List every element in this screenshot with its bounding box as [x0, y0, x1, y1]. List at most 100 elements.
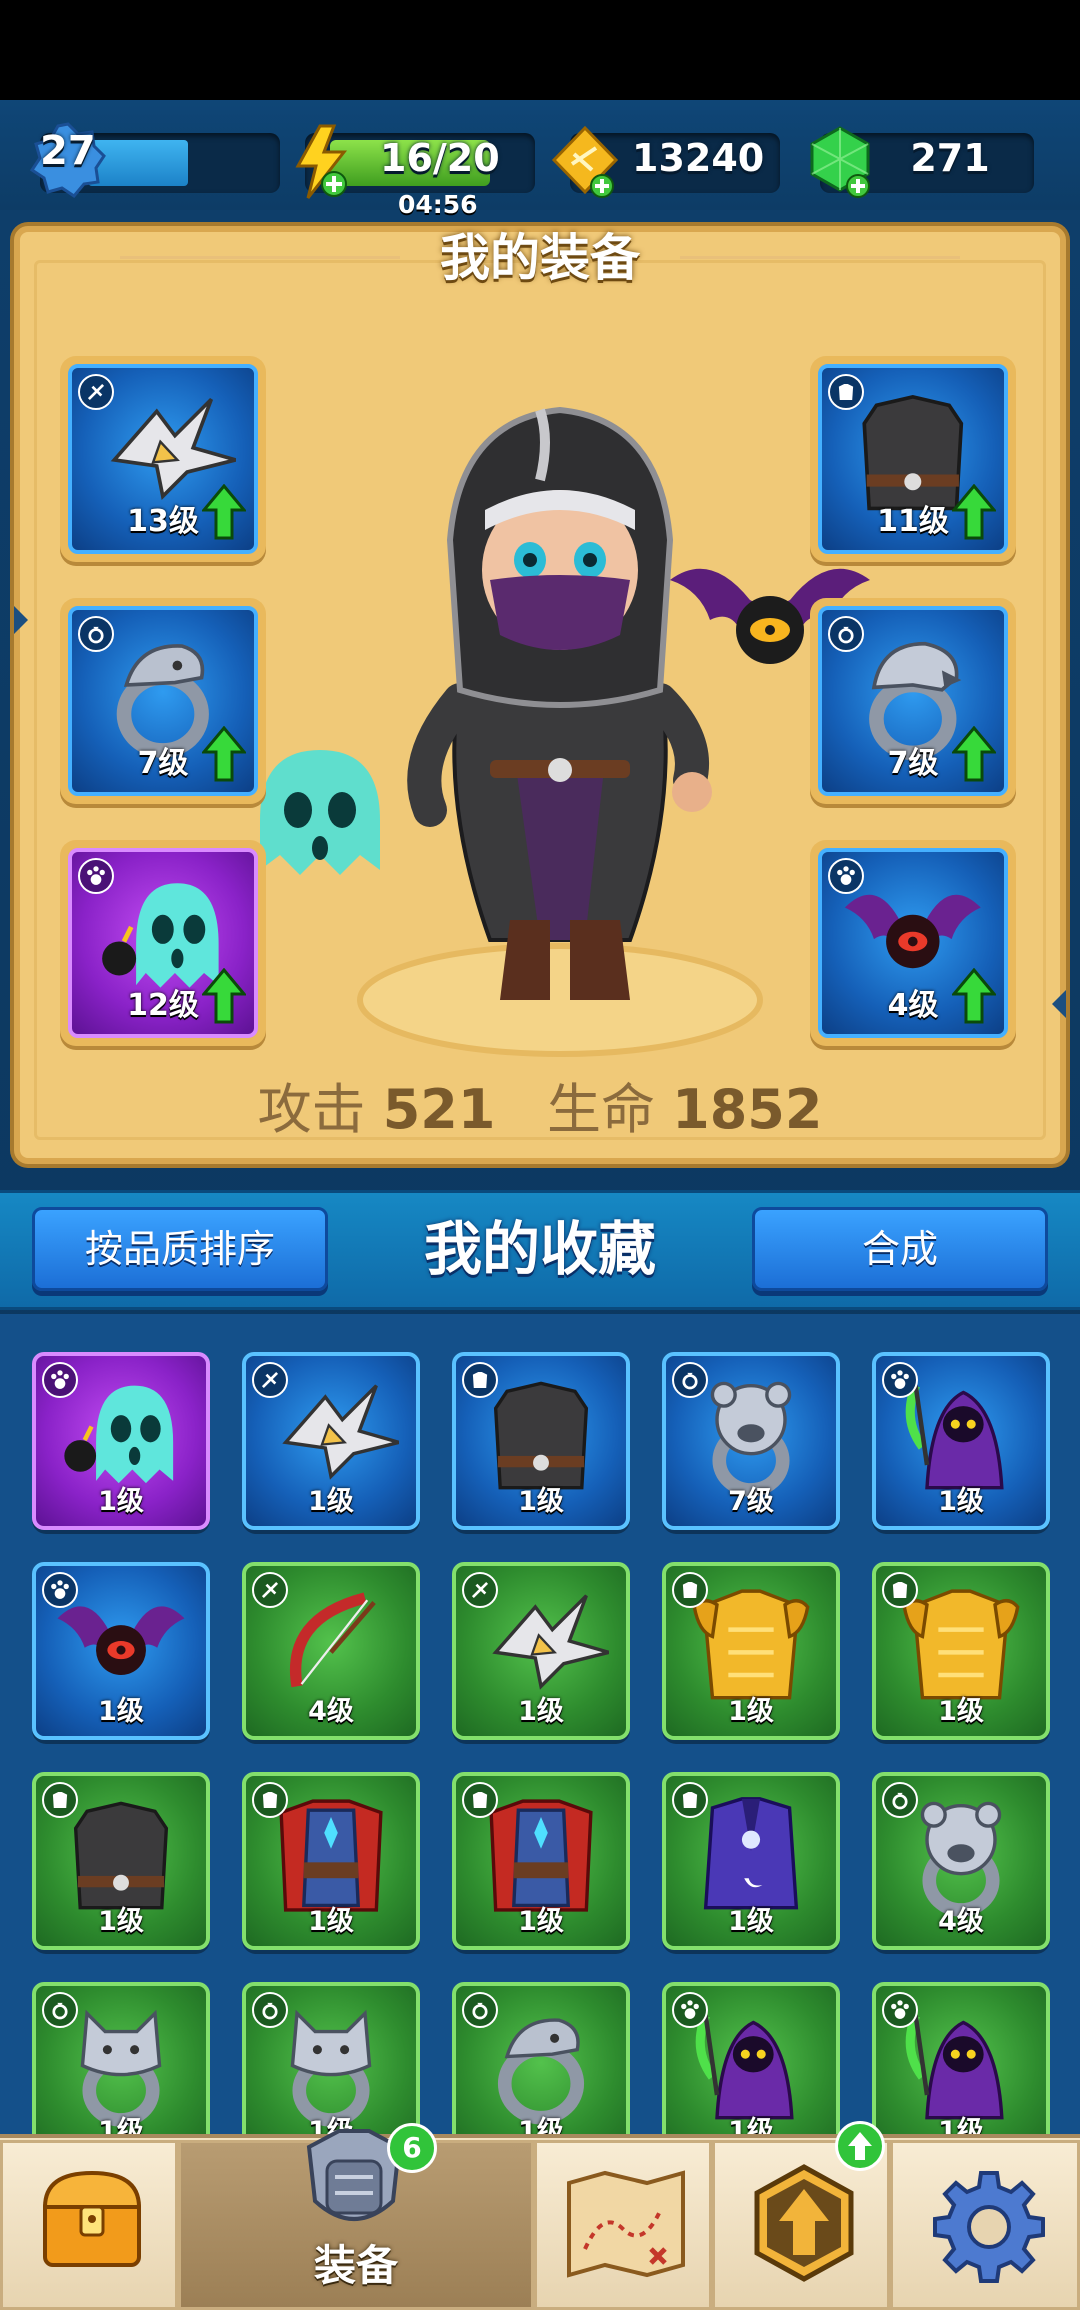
panel-left-arrow-icon[interactable]: [14, 606, 28, 634]
armor-category-icon: [828, 374, 864, 410]
card-frame: 1级: [872, 1352, 1050, 1530]
collection-item[interactable]: 1级: [662, 1772, 840, 1950]
equipment-badge: 6: [387, 2123, 437, 2173]
equipped-slot-ring[interactable]: 7级: [810, 598, 1016, 804]
treasure-chest-icon: [42, 2170, 142, 2267]
ring-category-icon: [882, 1782, 918, 1818]
item-level: 1级: [518, 1906, 564, 1937]
equipped-slot-ring[interactable]: 7级: [60, 598, 266, 804]
item-level: 1级: [98, 1696, 144, 1727]
ring-category-icon: [252, 1992, 288, 2028]
slot-frame: 7级: [818, 606, 1008, 796]
card-frame: 4级: [242, 1562, 420, 1740]
nav-upgrade[interactable]: [712, 2121, 890, 2310]
attack-label: 攻击: [257, 1078, 366, 1141]
weapon-category-icon: [78, 374, 114, 410]
collection-item[interactable]: 1级: [32, 1352, 210, 1530]
card-frame: 1级: [662, 1562, 840, 1740]
card-frame: 1级: [452, 1562, 630, 1740]
gear-icon: [933, 2171, 1045, 2283]
item-level: 1级: [518, 1486, 564, 1517]
collection-item[interactable]: 1级: [32, 1772, 210, 1950]
ring-category-icon: [42, 1992, 78, 2028]
item-level: 1级: [308, 1906, 354, 1937]
merge-button[interactable]: 合成: [752, 1207, 1048, 1291]
upgrade-arrow-icon: [202, 484, 246, 540]
collection-item[interactable]: 4级: [872, 1772, 1050, 1950]
collection-item[interactable]: 1级: [452, 1772, 630, 1950]
equipped-slot-weapon[interactable]: 13级: [60, 356, 266, 562]
collection-item[interactable]: 1级: [32, 1562, 210, 1740]
collection-item[interactable]: 1级: [872, 1352, 1050, 1530]
collection-item[interactable]: 1级: [242, 1352, 420, 1530]
armor-category-icon: [252, 1782, 288, 1818]
item-level: 1级: [518, 1696, 564, 1727]
card-frame: 1级: [242, 1772, 420, 1950]
collection-item[interactable]: 1级: [872, 1562, 1050, 1740]
pet-category-icon: [672, 1992, 708, 2028]
health-value: 1852: [672, 1078, 823, 1141]
collection-item[interactable]: 1级: [452, 1562, 630, 1740]
game-screen: { "hud": { "player_level": "27", "energy…: [0, 0, 1080, 2310]
collection-item[interactable]: 4级: [242, 1562, 420, 1740]
item-level: 4级: [938, 1906, 984, 1937]
panel-right-arrow-icon[interactable]: [1052, 990, 1066, 1018]
ring-category-icon: [78, 616, 114, 652]
lightning-icon: [295, 124, 348, 199]
card-frame: 4级: [872, 1772, 1050, 1950]
sort-by-quality-button[interactable]: 按品质排序: [32, 1207, 328, 1291]
armor-category-icon: [672, 1572, 708, 1608]
gold-count: 13240: [632, 136, 765, 180]
gem-icon: [810, 126, 870, 198]
card-frame: 1级: [452, 1352, 630, 1530]
card-frame: 1级: [32, 1562, 210, 1740]
gem-count: 271: [910, 136, 990, 180]
item-level: 1级: [308, 1486, 354, 1517]
pet-category-icon: [42, 1572, 78, 1608]
item-level: 1级: [98, 1906, 144, 1937]
pet-category-icon: [828, 858, 864, 894]
item-level: 1级: [728, 1906, 774, 1937]
health-label: 生命: [546, 1078, 655, 1141]
nav-chest[interactable]: [0, 2140, 178, 2310]
weapon-category-icon: [462, 1572, 498, 1608]
hero-character[interactable]: [240, 380, 880, 1060]
status-bar: [0, 0, 1080, 100]
collection-item[interactable]: 7级: [662, 1352, 840, 1530]
card-frame: 1级: [662, 1772, 840, 1950]
equipped-slot-pet[interactable]: 12级: [60, 840, 266, 1046]
armor-category-icon: [672, 1782, 708, 1818]
nav-settings[interactable]: [890, 2140, 1080, 2310]
upgrade-arrow-icon: [952, 968, 996, 1024]
card-frame: 1级: [32, 1352, 210, 1530]
card-frame: 1级: [32, 1772, 210, 1950]
card-frame: 1级: [452, 1772, 630, 1950]
collection-item[interactable]: 1级: [662, 1562, 840, 1740]
upgrade-arrow-icon: [952, 484, 996, 540]
ring-category-icon: [828, 616, 864, 652]
collection-title: 我的收藏: [423, 1215, 656, 1283]
slot-frame: 13级: [68, 364, 258, 554]
upgrade-arrow-icon: [202, 726, 246, 782]
item-level: 1级: [938, 1486, 984, 1517]
pet-category-icon: [42, 1362, 78, 1398]
armor-category-icon: [462, 1362, 498, 1398]
energy-count: 16/20: [380, 136, 500, 180]
armor-category-icon: [42, 1782, 78, 1818]
nav-equipment[interactable]: 6 装备: [178, 2123, 534, 2310]
equipped-slot-armor[interactable]: 11级: [810, 356, 1016, 562]
player-level: 27: [40, 128, 96, 174]
item-level: 1级: [728, 1696, 774, 1727]
treasure-map-icon: [567, 2170, 685, 2278]
weapon-category-icon: [252, 1362, 288, 1398]
equipment-title: 我的装备: [440, 229, 640, 287]
collection-item[interactable]: 1级: [452, 1352, 630, 1530]
nav-map[interactable]: [534, 2140, 712, 2310]
upgrade-arrow-icon: [202, 968, 246, 1024]
collection-item[interactable]: 1级: [242, 1772, 420, 1950]
slot-frame: 4级: [818, 848, 1008, 1038]
equipped-slot-pet[interactable]: 4级: [810, 840, 1016, 1046]
item-level: 1级: [938, 1696, 984, 1727]
pet-category-icon: [882, 1362, 918, 1398]
upgrade-arrow-icon: [952, 726, 996, 782]
